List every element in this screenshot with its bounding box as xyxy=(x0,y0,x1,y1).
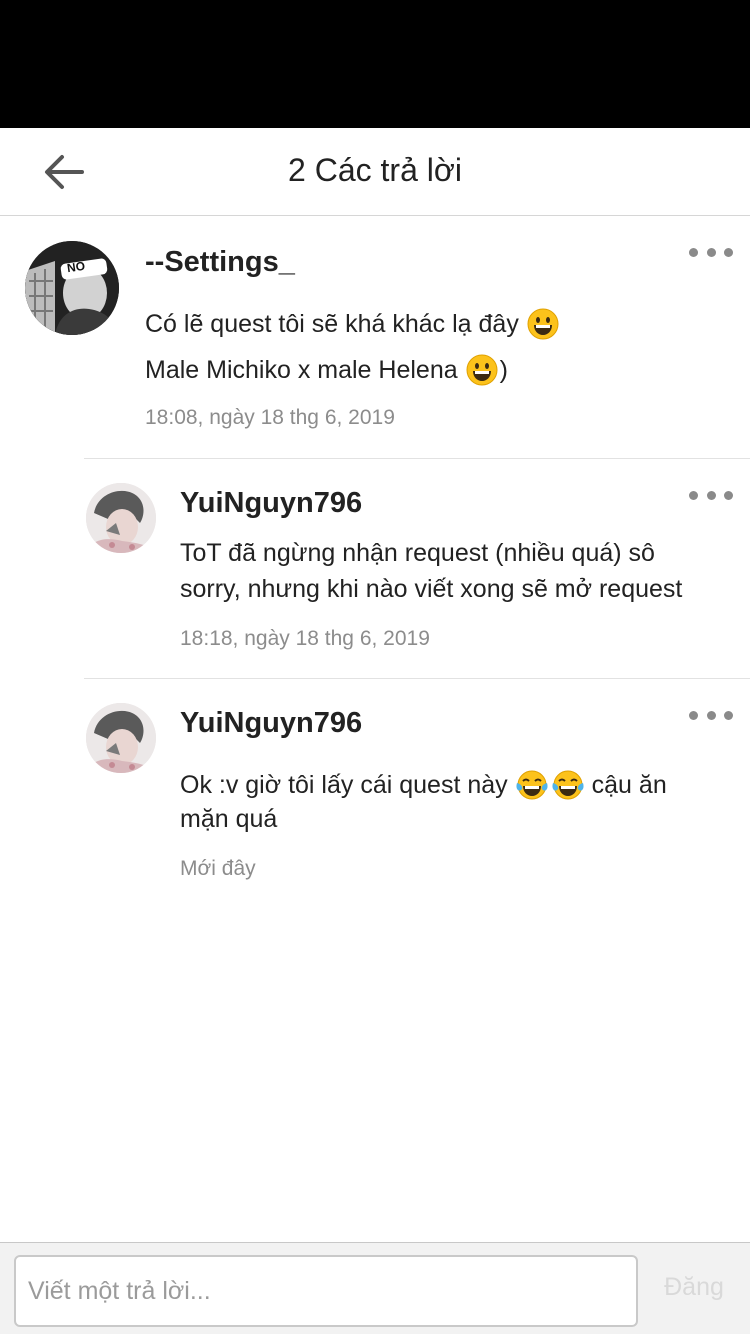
comment-timestamp: 18:08, ngày 18 thg 6, 2019 xyxy=(145,406,395,429)
comment-text-suffix: ) xyxy=(499,355,508,384)
comment-text: Ok :v giờ tôi lấy cái quest này xyxy=(180,770,508,799)
dot-icon xyxy=(724,710,733,720)
dot-icon xyxy=(706,710,716,720)
comment-text-line: ToT đã ngừng nhận request (nhiều quá) sô xyxy=(180,539,655,568)
post-button[interactable]: Đăng xyxy=(648,1273,740,1302)
dot-icon xyxy=(706,490,716,500)
comment-text: Có lẽ quest tôi sẽ khá khác lạ đây xyxy=(145,309,519,338)
grinning-face-icon xyxy=(527,308,559,340)
avatar[interactable] xyxy=(86,483,156,553)
comment-text-suffix: cậu ăn xyxy=(591,770,667,799)
comment-timestamp: 18:18, ngày 18 thg 6, 2019 xyxy=(180,627,430,650)
reply-input[interactable] xyxy=(14,1255,638,1327)
tears-of-joy-face-icon xyxy=(552,770,584,800)
dot-icon xyxy=(689,490,698,500)
comment-username[interactable]: --Settings_ xyxy=(145,246,295,279)
dot-icon xyxy=(689,247,698,257)
avatar-image xyxy=(86,703,156,773)
page-title: 2 Các trả lời xyxy=(288,152,462,188)
comment-text: Male Michiko x male Helena xyxy=(145,355,458,384)
comment-username[interactable]: YuiNguyn796 xyxy=(180,707,362,740)
comment-reply: YuiNguyn796 Ok :v giờ tôi lấy cái quest … xyxy=(0,679,750,919)
avatar-badge-text: NO xyxy=(66,258,86,276)
comment-text-line: mặn quá xyxy=(180,805,277,834)
avatar-image xyxy=(86,483,156,553)
comment-text: mặn quá xyxy=(180,805,278,833)
comment-text-line: sorry, nhưng khi nào viết xong sẽ mở req… xyxy=(180,575,682,604)
dot-icon xyxy=(724,247,733,257)
comment-text-line: Có lẽ quest tôi sẽ khá khác lạ đây xyxy=(145,308,561,340)
comment-timestamp: Mới đây xyxy=(180,857,256,880)
status-bar xyxy=(0,0,750,128)
tears-of-joy-face-icon xyxy=(516,770,548,800)
comment-text: sorry, nhưng khi nào viết xong sẽ mở req… xyxy=(180,575,683,603)
more-options-button[interactable] xyxy=(689,242,733,262)
avatar[interactable]: NO xyxy=(25,241,119,335)
dot-icon xyxy=(689,710,698,720)
dot-icon xyxy=(706,247,716,257)
more-options-button[interactable] xyxy=(689,485,733,505)
avatar[interactable] xyxy=(86,703,156,773)
comment-text: ToT đã ngừng nhận request (nhiều quá) sô xyxy=(180,539,655,567)
comment-text-line: Male Michiko x male Helena ) xyxy=(145,354,508,386)
comment-parent: NO --Settings_ Có lẽ quest tôi sẽ khá kh… xyxy=(0,216,750,458)
comment-reply: YuiNguyn796 ToT đã ngừng nhận request (n… xyxy=(0,459,750,678)
comment-text-line: Ok :v giờ tôi lấy cái quest này cậu ăn xyxy=(180,769,667,801)
reply-bar: Đăng xyxy=(0,1242,750,1334)
grinning-face-icon xyxy=(466,354,498,386)
dot-icon xyxy=(724,490,733,500)
nav-bar: 2 Các trả lời xyxy=(0,128,750,216)
more-options-button[interactable] xyxy=(689,705,733,725)
avatar-image xyxy=(25,241,119,335)
comment-username[interactable]: YuiNguyn796 xyxy=(180,487,362,520)
